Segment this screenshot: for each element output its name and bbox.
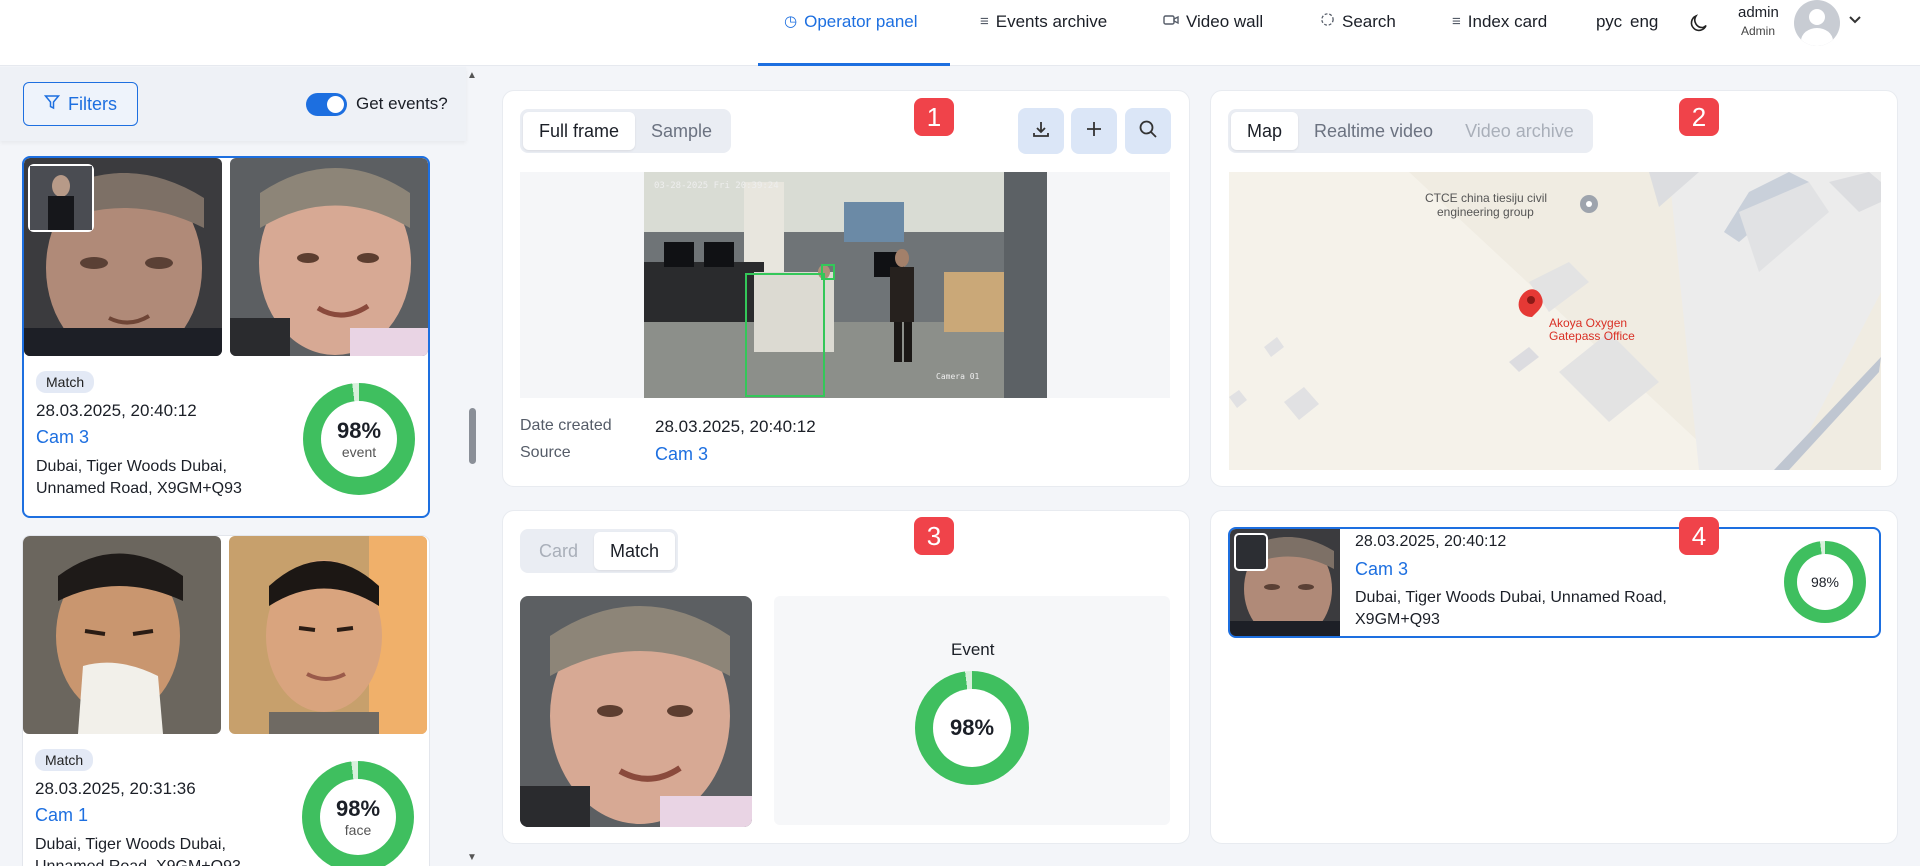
score-percent: 98% (1810, 574, 1840, 590)
event-address: Dubai, Tiger Woods Dubai, Unnamed Road, … (1355, 589, 1667, 628)
status-badge: Match (36, 371, 95, 393)
event-time: 28.03.2025, 20:40:12 (1355, 533, 1507, 550)
match-score-donut: 98% event (303, 383, 415, 495)
event-summary-card[interactable]: 28.03.2025, 20:40:12 Cam 3 Dubai, Tiger … (1228, 527, 1881, 638)
frame-camera-label: Camera 01 (936, 372, 980, 381)
moon-icon[interactable] (1688, 12, 1710, 39)
score-percent: 98% (336, 418, 382, 443)
scroll-up-arrow[interactable]: ▲ (467, 70, 477, 81)
scroll-down-arrow[interactable]: ▼ (467, 852, 477, 863)
score-kind: face (344, 822, 372, 838)
tab-video-archive[interactable]: Video archive (1449, 112, 1590, 150)
map-view[interactable]: CTCE china tiesiju civil engineering gro… (1229, 172, 1881, 470)
chevron-down-icon[interactable] (1848, 12, 1862, 30)
map-tabs: Map Realtime video Video archive (1228, 109, 1593, 153)
score-kind: event (341, 444, 377, 460)
source-label: Source (520, 444, 571, 461)
frame-tabs: Full frame Sample (520, 109, 732, 153)
user-name: admin (1738, 4, 1779, 21)
filter-bar: Filters Get events? (0, 67, 466, 141)
crosshair-icon (1320, 12, 1335, 33)
clock-icon: ◷ (784, 13, 798, 30)
event-camera-link[interactable]: Cam 1 (35, 805, 88, 826)
event-face-photo (24, 158, 222, 356)
poi-label-ctce-2: engineering group (1437, 205, 1534, 219)
filters-button[interactable]: Filters (23, 82, 138, 126)
user-role: Admin (1741, 24, 1776, 38)
nav-index-card[interactable]: ≡ Index card (1452, 0, 1547, 66)
thumbnail-inset (28, 164, 94, 232)
top-navigation-bar: ◷ Operator panel ≡ Events archive Video … (0, 0, 1920, 66)
lang-en[interactable]: eng (1630, 12, 1658, 32)
event-camera-link[interactable]: Cam 3 (1355, 559, 1408, 580)
event-card[interactable]: Match 28.03.2025, 20:40:12 Cam 3 Dubai, … (22, 156, 430, 518)
add-button[interactable] (1071, 108, 1117, 154)
filter-icon (43, 94, 61, 115)
nav-search[interactable]: Search (1320, 0, 1396, 66)
nav-events-archive[interactable]: ≡ Events archive (980, 0, 1107, 66)
match-score-donut: 98% (1784, 541, 1866, 623)
frame-timestamp: 03-28-2025 Fri 20:39:24 (654, 181, 779, 191)
avatar[interactable] (1794, 0, 1840, 46)
get-events-toggle[interactable] (306, 93, 347, 116)
event-card[interactable]: Match 28.03.2025, 20:31:36 Cam 1 Dubai, … (22, 535, 430, 866)
nav-label: Index card (1467, 12, 1548, 31)
tab-realtime-video[interactable]: Realtime video (1298, 112, 1449, 150)
active-tab-underline (758, 63, 950, 66)
match-face-photo (230, 158, 428, 356)
nav-label: Events archive (995, 12, 1108, 31)
panel-number-badge: 2 (1679, 98, 1719, 136)
score-percent: 98% (949, 715, 995, 740)
match-tabs: Card Match (520, 529, 679, 573)
event-time: 28.03.2025, 20:40:12 (36, 401, 197, 420)
event-address: Dubai, Tiger Woods Dubai, Unnamed Road, … (36, 458, 242, 497)
event-camera-link[interactable]: Cam 3 (36, 427, 89, 448)
match-score-donut: 98% (915, 671, 1029, 785)
panel-number-badge: 3 (914, 517, 954, 555)
tab-map[interactable]: Map (1231, 112, 1299, 150)
nav-label: Video wall (1186, 12, 1264, 31)
nav-video-wall[interactable]: Video wall (1163, 0, 1263, 66)
full-frame-image[interactable]: 03-28-2025 Fri 20:39:24 Camera 01 (644, 172, 1047, 398)
tab-full-frame[interactable]: Full frame (523, 112, 636, 150)
poi-label-akoya: Akoya Oxygen (1549, 316, 1627, 330)
source-camera-link[interactable]: Cam 3 (655, 444, 708, 465)
nav-label: Search (1342, 12, 1396, 31)
thumbnail-inset (1234, 533, 1268, 571)
date-created-value: 28.03.2025, 20:40:12 (655, 417, 816, 436)
event-address: Dubai, Tiger Woods Dubai, Unnamed Road, … (35, 836, 241, 866)
search-icon (1138, 119, 1158, 144)
events-sidebar: Filters Get events? Match 28.03.2025, 20… (0, 67, 466, 866)
match-score-label: Event (951, 640, 995, 659)
panel-number-badge: 4 (1679, 517, 1719, 555)
match-face-photo (520, 596, 752, 827)
poi-label-akoya-2: Gatepass Office (1549, 329, 1635, 343)
nav-label: Operator panel (804, 12, 918, 31)
get-events-label: Get events? (356, 94, 448, 113)
nav-operator-panel[interactable]: ◷ Operator panel (784, 0, 918, 66)
match-face-photo (229, 536, 427, 734)
match-score-donut: 98% face (302, 761, 414, 866)
tab-sample[interactable]: Sample (635, 112, 728, 150)
status-badge: Match (35, 749, 94, 771)
score-percent: 98% (335, 796, 381, 821)
download-button[interactable] (1018, 108, 1064, 154)
date-created-label: Date created (520, 417, 612, 434)
search-button[interactable] (1125, 108, 1171, 154)
panel-number-badge: 1 (914, 98, 954, 136)
event-face-photo (23, 536, 221, 734)
list-icon: ≡ (1452, 13, 1461, 30)
sidebar-scrollbar-thumb[interactable] (469, 408, 476, 464)
event-time: 28.03.2025, 20:31:36 (35, 779, 196, 798)
tab-match[interactable]: Match (594, 532, 676, 570)
plus-icon (1085, 120, 1103, 143)
lang-ru[interactable]: рус (1596, 12, 1622, 32)
list-icon: ≡ (980, 13, 989, 30)
poi-label-ctce: CTCE china tiesiju civil (1425, 191, 1547, 205)
download-icon (1031, 119, 1051, 144)
video-icon (1163, 12, 1179, 32)
event-face-photo (1230, 529, 1340, 636)
tab-card[interactable]: Card (523, 532, 594, 570)
filters-label: Filters (68, 93, 117, 114)
